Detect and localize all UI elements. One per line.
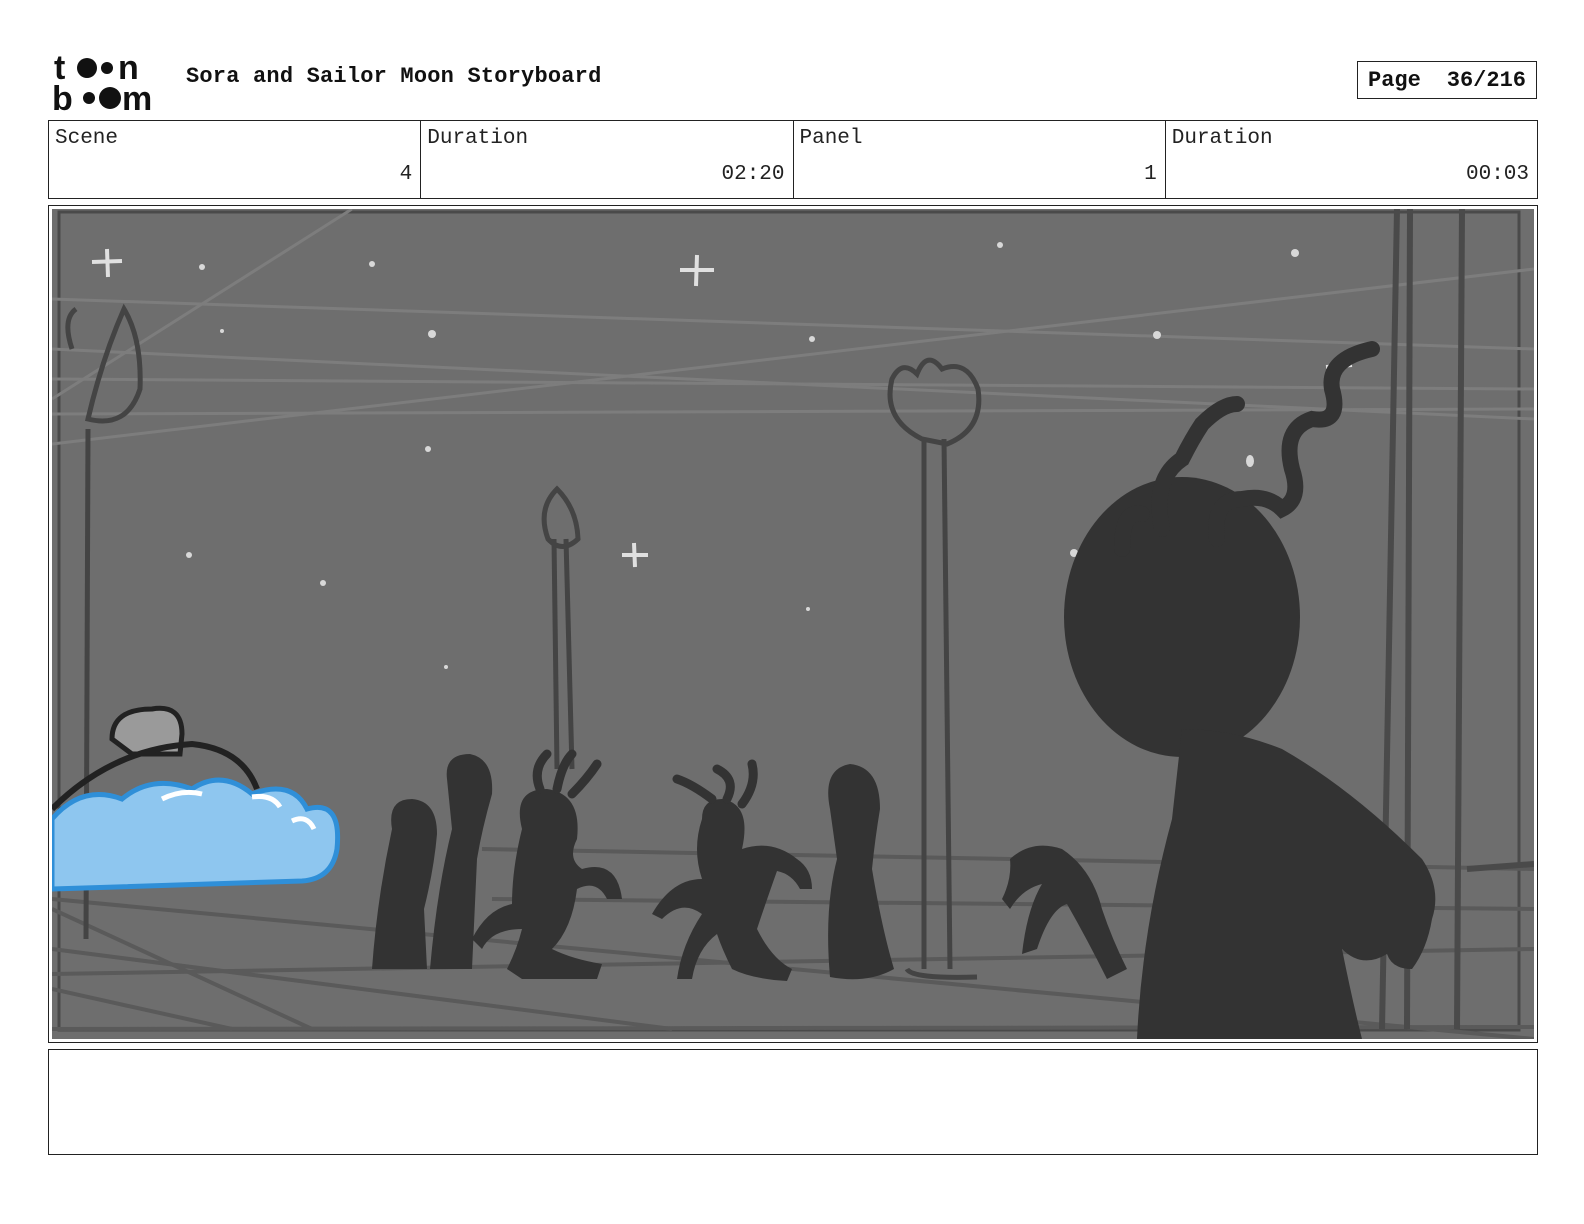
panel-value: 1 — [1144, 163, 1157, 186]
panel-duration-label: Duration — [1171, 127, 1273, 150]
toon-boom-logo: t n b m — [52, 52, 152, 112]
scene-cell: Scene 4 — [49, 121, 422, 198]
page-number: 36/216 — [1446, 67, 1526, 93]
panel-duration-value: 00:03 — [1465, 163, 1529, 186]
page-indicator: Page 36/216 — [1357, 61, 1537, 99]
scene-duration-value: 02:20 — [721, 163, 785, 186]
scene-info-row: Scene 4 Duration 02:20 Panel 1 Duration … — [48, 120, 1538, 199]
panel-cell: Panel 1 — [794, 121, 1166, 198]
scene-value: 4 — [399, 163, 413, 186]
svg-text:b: b — [52, 80, 73, 112]
panel-notes-box — [48, 1049, 1538, 1155]
panel-duration-cell: Duration 00:03 — [1166, 121, 1537, 198]
scene-label: Scene — [55, 127, 119, 150]
storyboard-title: Sora and Sailor Moon Storyboard — [186, 64, 602, 89]
scene-duration-label: Duration — [427, 127, 529, 150]
scene-duration-cell: Duration 02:20 — [421, 121, 794, 198]
svg-text:m: m — [122, 80, 152, 112]
storyboard-panel-image — [52, 209, 1534, 1039]
page-label: Page — [1368, 67, 1421, 93]
panel-label: Panel — [799, 127, 863, 150]
